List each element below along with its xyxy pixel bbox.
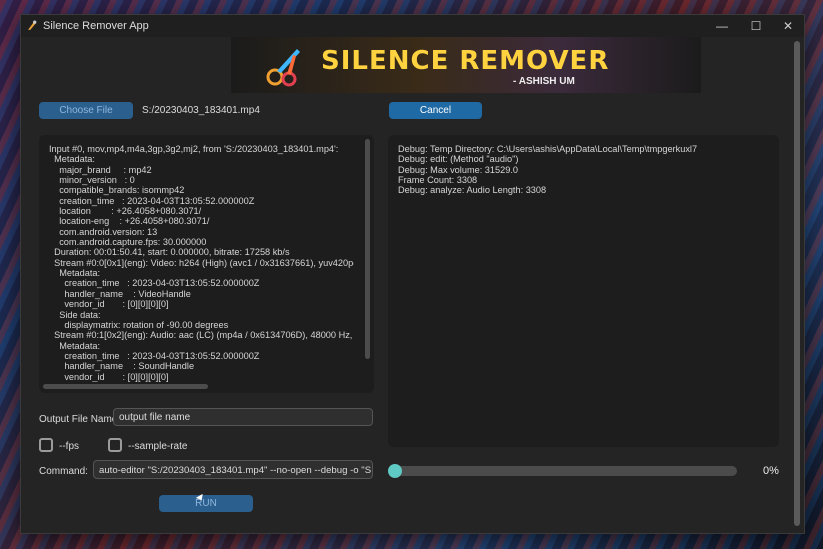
vertical-scrollbar[interactable] <box>365 139 370 359</box>
horizontal-scrollbar[interactable] <box>43 384 208 389</box>
command-input[interactable]: auto-editor "S:/20230403_183401.mp4" --n… <box>93 460 373 479</box>
output-file-label: Output File Name: <box>39 414 121 425</box>
sample-rate-checkbox-label[interactable]: --sample-rate <box>128 441 187 452</box>
app-window: Silence Remover App — ☐ ✕ SILENCE REMOVE… <box>20 14 805 534</box>
cancel-button[interactable]: Cancel <box>389 102 482 119</box>
banner-title: SILENCE REMOVER <box>321 46 610 76</box>
progress-bar <box>389 466 737 476</box>
minimize-button[interactable]: — <box>707 17 737 35</box>
progress-indicator <box>388 464 402 478</box>
debug-log: Debug: Temp Directory: C:\Users\ashis\Ap… <box>398 144 698 196</box>
run-button[interactable]: RUN <box>159 495 253 512</box>
media-info-log: Input #0, mov,mp4,m4a,3gp,3g2,mj2, from … <box>49 144 354 382</box>
debug-output-textbox[interactable]: Debug: Temp Directory: C:\Users\ashis\Ap… <box>388 135 779 447</box>
scissors-music-icon <box>266 49 300 87</box>
title-bar: Silence Remover App — ☐ ✕ <box>21 15 804 37</box>
fps-checkbox[interactable] <box>39 438 53 452</box>
window-scrollbar[interactable] <box>794 41 800 526</box>
app-icon <box>28 20 37 30</box>
close-button[interactable]: ✕ <box>773 17 803 35</box>
maximize-button[interactable]: ☐ <box>741 17 771 35</box>
progress-percent: 0% <box>763 465 779 477</box>
output-file-name-input[interactable]: output file name <box>113 408 373 426</box>
window-title: Silence Remover App <box>43 20 149 32</box>
media-info-textbox[interactable]: Input #0, mov,mp4,m4a,3gp,3g2,mj2, from … <box>39 135 374 393</box>
selected-file-path: S:/20230403_183401.mp4 <box>142 105 260 116</box>
choose-file-button[interactable]: Choose File <box>39 102 133 119</box>
app-banner: SILENCE REMOVER - ASHISH UM <box>231 37 701 93</box>
sample-rate-checkbox[interactable] <box>108 438 122 452</box>
command-label: Command: <box>39 466 88 477</box>
fps-checkbox-label[interactable]: --fps <box>59 441 79 452</box>
banner-subtitle: - ASHISH UM <box>513 76 575 87</box>
